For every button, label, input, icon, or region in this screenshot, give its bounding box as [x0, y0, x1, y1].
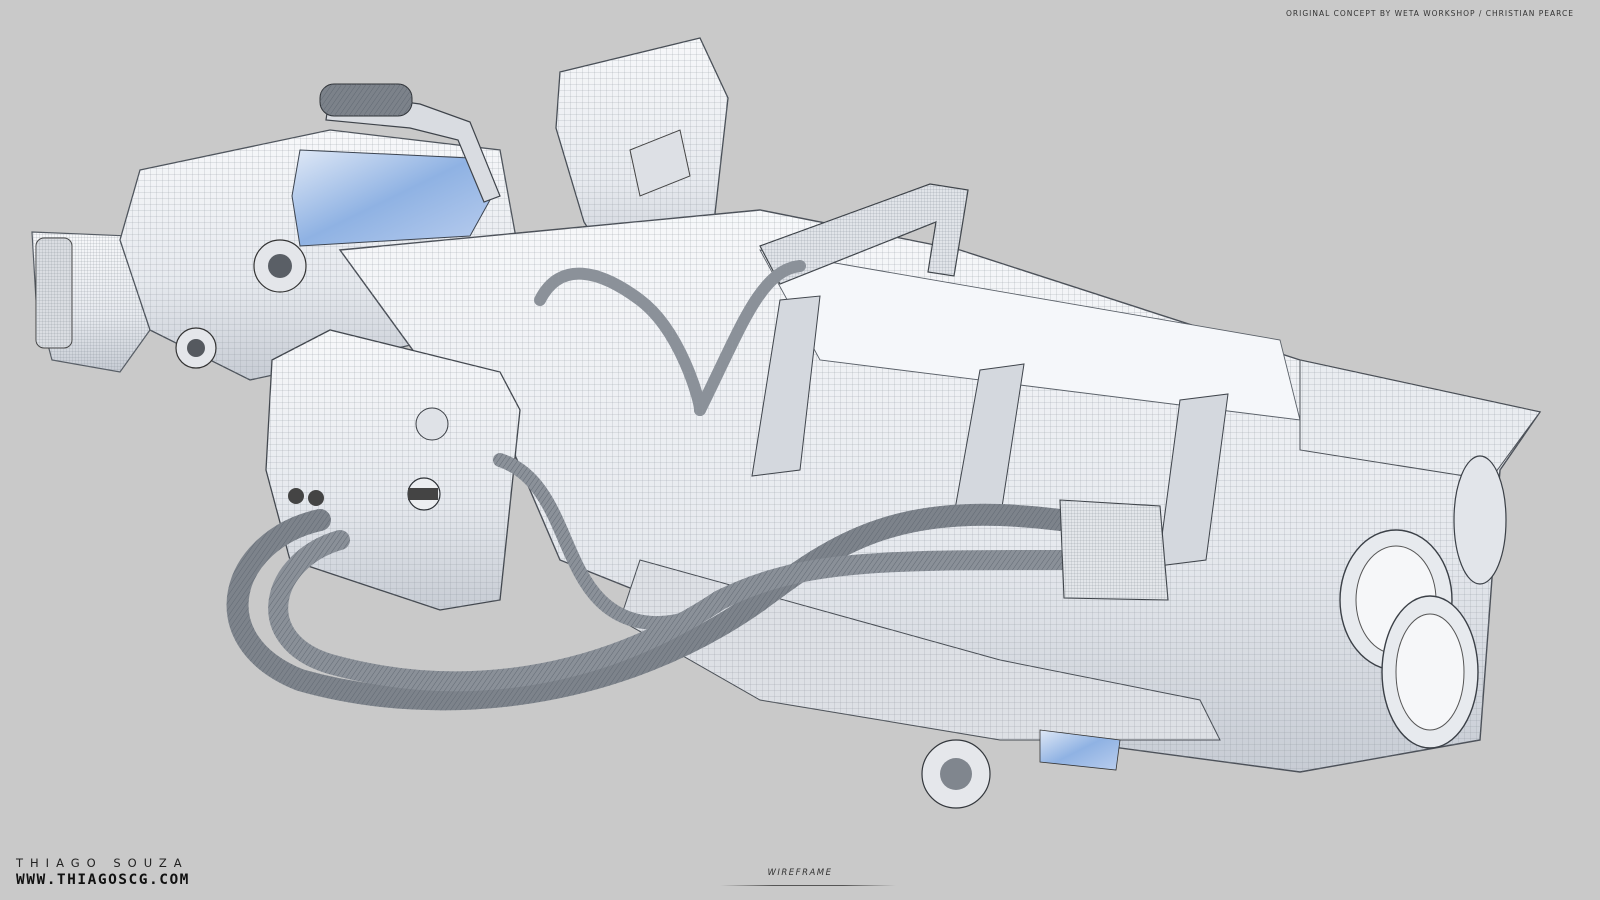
- caption-underline: [720, 885, 896, 886]
- artist-signature: THIAGO SOUZA WWW.THIAGOSCG.COM: [16, 856, 190, 888]
- artist-name: THIAGO SOUZA: [16, 856, 189, 870]
- render-viewport: ORIGINAL CONCEPT BY WETA WORKSHOP / CHRI…: [0, 0, 1600, 900]
- concept-credit: ORIGINAL CONCEPT BY WETA WORKSHOP / CHRI…: [1286, 9, 1574, 18]
- render-caption: WIREFRAME: [767, 868, 833, 878]
- weapon-wireframe-render: [31, 37, 1542, 809]
- artist-website: WWW.THIAGOSCG.COM: [16, 872, 190, 888]
- hose-connector: [1059, 499, 1169, 601]
